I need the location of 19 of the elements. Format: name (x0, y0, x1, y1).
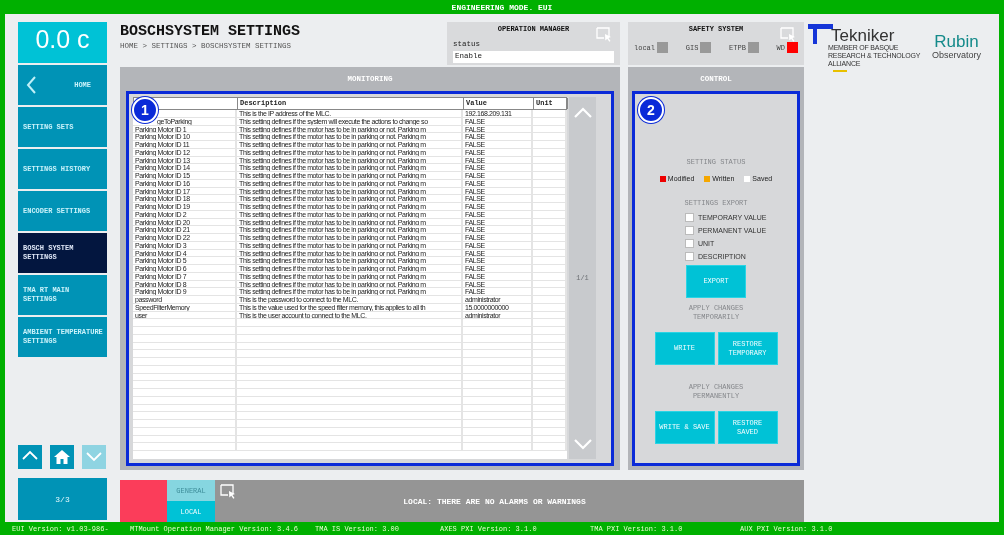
page-title: BOSCHSYSTEM SETTINGS (120, 23, 302, 40)
window-title: ENGINEERING MODE. EUI (451, 2, 553, 12)
chevron-up-icon (572, 105, 593, 119)
cursor-select-icon (220, 484, 236, 499)
t-mark-icon (808, 24, 833, 44)
home-icon (52, 447, 72, 467)
number-badge: 2 (638, 97, 664, 123)
page-indicator: 3/3 (18, 478, 107, 520)
temperature-display: 0.0 c (18, 22, 107, 63)
home-button[interactable] (50, 445, 74, 469)
chevron-left-icon (26, 76, 37, 94)
alarm-indicator (120, 480, 167, 522)
up-button[interactable] (18, 445, 42, 469)
alarm-message: LOCAL: THERE ARE NO ALARMS OR WARNINGS (403, 496, 586, 506)
cursor-select-icon (596, 27, 612, 42)
number-badge: 1 (132, 97, 158, 123)
cursor-select-icon (780, 27, 796, 42)
chevron-down-icon (572, 437, 593, 451)
rubin-logo: Rubin Observatory (932, 33, 982, 60)
